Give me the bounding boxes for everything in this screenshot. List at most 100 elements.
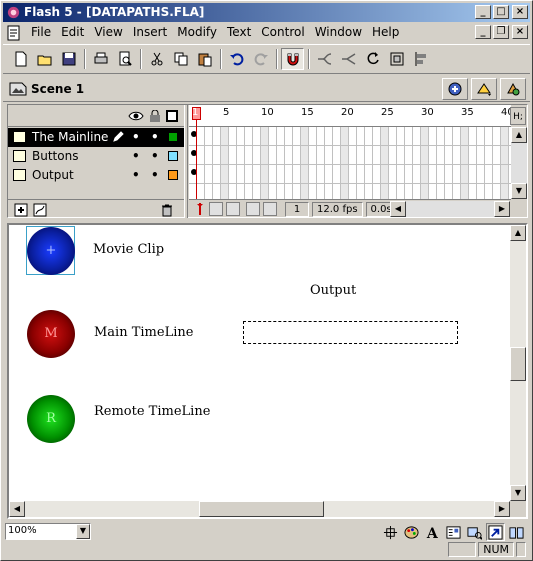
eye-icon[interactable] — [128, 110, 144, 122]
menu-text[interactable]: Text — [222, 23, 256, 42]
menu-control[interactable]: Control — [256, 23, 309, 42]
menu-help[interactable]: Help — [367, 23, 404, 42]
doc-restore-button[interactable]: ❐ — [493, 25, 509, 39]
visibility-dot[interactable]: • — [132, 128, 140, 147]
new-button[interactable] — [9, 48, 32, 70]
lock-dot[interactable]: • — [151, 128, 159, 147]
title-bar[interactable]: Flash 5 - [DATAPATHS.FLA] _ □ × — [3, 3, 530, 22]
info-panel-button[interactable] — [381, 523, 400, 541]
frames-area[interactable]: 1 5 10 15 20 25 30 35 40 — [189, 105, 511, 199]
redo-button[interactable] — [249, 48, 272, 70]
trash-icon[interactable] — [160, 203, 174, 217]
scroll-left-button[interactable]: ◀ — [390, 201, 406, 217]
scroll-right-button[interactable]: ▶ — [494, 501, 510, 517]
menu-view[interactable]: View — [89, 23, 127, 42]
open-button[interactable] — [33, 48, 56, 70]
menu-insert[interactable]: Insert — [128, 23, 172, 42]
size-grip[interactable] — [516, 542, 526, 557]
center-frame-icon[interactable] — [194, 202, 206, 216]
menu-file[interactable]: File — [26, 23, 56, 42]
cut-icon — [151, 52, 162, 66]
timeline-horizontal-scrollbar[interactable]: ◀ ▶ — [390, 201, 510, 217]
layer-row-mainline[interactable]: The Mainline • • — [8, 128, 184, 147]
layer-color-swatch[interactable] — [168, 151, 178, 161]
paste-button[interactable] — [193, 48, 216, 70]
scroll-down-button[interactable]: ▼ — [510, 485, 526, 501]
layer-row-buttons[interactable]: Buttons • • — [8, 147, 184, 166]
instance-panel-button[interactable] — [444, 523, 463, 541]
lock-dot[interactable]: • — [151, 147, 159, 166]
print-button[interactable] — [89, 48, 112, 70]
mixer-panel-button[interactable] — [402, 523, 421, 541]
cut-button[interactable] — [145, 48, 168, 70]
scroll-up-button[interactable]: ▲ — [510, 225, 526, 241]
timeline-menu-button[interactable]: H; — [510, 107, 526, 125]
doc-minimize-button[interactable]: _ — [475, 25, 491, 39]
layers-frames-divider[interactable] — [184, 105, 188, 218]
zoom-select[interactable]: 100% ▼ — [5, 523, 91, 540]
character-panel-button[interactable]: A — [423, 523, 442, 541]
edit-scene-button[interactable] — [442, 78, 468, 100]
undo-button[interactable] — [225, 48, 248, 70]
align-button[interactable] — [409, 48, 432, 70]
onion-skin-outlines-icon[interactable] — [226, 202, 240, 216]
close-button[interactable]: × — [512, 5, 528, 19]
movie-clip-button[interactable]: + — [27, 227, 75, 275]
stage-canvas[interactable]: + Movie Clip Output M Main TimeLine R Re… — [9, 225, 510, 501]
visibility-dot[interactable]: • — [132, 147, 140, 166]
menu-window[interactable]: Window — [310, 23, 367, 42]
stage-vertical-scrollbar[interactable]: ▲ ▼ — [510, 225, 526, 501]
snap-button[interactable] — [281, 48, 304, 70]
timeline-vertical-scrollbar[interactable]: ▲ ▼ — [511, 127, 527, 199]
menu-modify[interactable]: Modify — [172, 23, 222, 42]
remote-timeline-button[interactable]: R — [27, 395, 75, 443]
document-icon[interactable] — [6, 25, 22, 41]
actions-panel-button[interactable] — [486, 523, 505, 541]
main-timeline-button[interactable]: M — [27, 310, 75, 358]
frame-grid[interactable] — [189, 127, 511, 199]
straighten-button[interactable] — [337, 48, 360, 70]
scroll-left-button[interactable]: ◀ — [9, 501, 25, 517]
symbol-library-button[interactable] — [500, 78, 526, 100]
frame-row-separator — [189, 164, 511, 165]
edit-symbols-button[interactable] — [471, 78, 497, 100]
edit-multiple-frames-icon[interactable] — [246, 202, 260, 216]
stage[interactable]: + Movie Clip Output M Main TimeLine R Re… — [7, 223, 528, 519]
scroll-down-button[interactable]: ▼ — [511, 183, 527, 199]
maximize-button[interactable]: □ — [493, 5, 509, 19]
stage-horizontal-scrollbar[interactable]: ◀ ▶ — [9, 501, 510, 517]
frame-ruler[interactable]: 1 5 10 15 20 25 30 35 40 — [189, 105, 511, 127]
modify-onion-markers-icon[interactable] — [263, 202, 277, 216]
playhead[interactable] — [192, 105, 201, 199]
movie-explorer-button[interactable] — [465, 523, 484, 541]
doc-close-button[interactable]: × — [512, 25, 528, 39]
lock-dot[interactable]: • — [151, 166, 159, 185]
add-guide-layer-icon[interactable] — [33, 203, 47, 217]
outline-icon[interactable] — [166, 110, 178, 122]
library-panel-button[interactable] — [507, 523, 526, 541]
scroll-up-button[interactable]: ▲ — [511, 127, 527, 143]
save-button[interactable] — [57, 48, 80, 70]
output-text-field[interactable] — [243, 321, 458, 344]
layer-row-output[interactable]: Output • • — [8, 166, 184, 185]
scroll-right-button[interactable]: ▶ — [494, 201, 510, 217]
remote-timeline-label: Remote TimeLine — [94, 404, 211, 419]
layer-color-swatch[interactable] — [168, 170, 178, 180]
smooth-button[interactable] — [313, 48, 336, 70]
print-preview-button[interactable] — [113, 48, 136, 70]
add-layer-icon[interactable] — [14, 203, 28, 217]
onion-skin-icon[interactable] — [209, 202, 223, 216]
frame-rate-field[interactable]: 12.0 fps — [312, 201, 363, 217]
visibility-dot[interactable]: • — [132, 166, 140, 185]
menu-edit[interactable]: Edit — [56, 23, 89, 42]
scroll-thumb[interactable] — [199, 501, 324, 517]
svg-text:A: A — [426, 526, 439, 540]
rotate-button[interactable] — [361, 48, 384, 70]
layer-color-swatch[interactable] — [168, 132, 178, 142]
chevron-down-icon[interactable]: ▼ — [76, 524, 90, 539]
lock-icon[interactable] — [149, 110, 161, 122]
scroll-thumb[interactable] — [510, 347, 526, 381]
minimize-button[interactable]: _ — [475, 5, 491, 19]
scale-button[interactable] — [385, 48, 408, 70]
copy-button[interactable] — [169, 48, 192, 70]
